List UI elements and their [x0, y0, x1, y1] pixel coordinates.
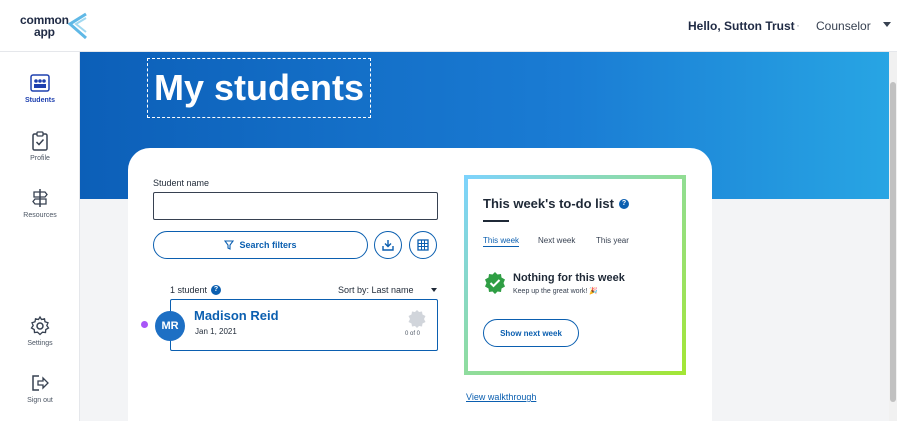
sidebar-item-label: Sign out	[27, 397, 53, 404]
help-icon[interactable]: ?	[211, 285, 222, 295]
sidebar-item-students[interactable]: Students	[0, 72, 80, 104]
empty-state-title: Nothing for this week	[513, 272, 625, 284]
student-date: Jan 1, 2021	[195, 327, 237, 336]
role-selector[interactable]: Counselor	[816, 19, 871, 33]
sidebar-item-resources[interactable]: Resources	[0, 187, 80, 219]
main-content: My students Student name Search filters	[80, 52, 897, 421]
sort-selector[interactable]: Sort by: Last name	[338, 285, 414, 295]
top-header: common app Hello, Sutton Trust · Counsel…	[0, 0, 897, 52]
signpost-icon	[32, 189, 48, 207]
scrollbar-thumb[interactable]	[890, 82, 896, 402]
check-badge-icon	[485, 272, 505, 294]
table-view-button[interactable]	[409, 231, 437, 259]
logo-line-2: app	[34, 25, 55, 39]
header-separator: ·	[796, 18, 800, 32]
download-icon	[382, 240, 394, 251]
show-next-week-button[interactable]: Show next week	[483, 319, 579, 347]
student-name-label: Student name	[153, 178, 210, 188]
sidebar-item-label: Students	[25, 97, 55, 104]
tab-next-week[interactable]: Next week	[538, 236, 575, 245]
student-name-input[interactable]	[153, 192, 438, 220]
todo-title: This week's to-do list ?	[483, 196, 629, 211]
search-filters-button[interactable]: Search filters	[153, 231, 368, 259]
sidebar-item-profile[interactable]: Profile	[0, 130, 80, 162]
filter-icon	[224, 240, 235, 250]
result-count-text: 1 student	[170, 285, 208, 295]
chevron-down-icon[interactable]	[883, 22, 891, 27]
view-walkthrough-link[interactable]: View walkthrough	[466, 392, 536, 402]
sidebar: Students Profile Resources Settings Sign…	[0, 52, 80, 421]
scrollbar[interactable]	[889, 52, 897, 421]
progress-badge-icon	[408, 310, 426, 328]
todo-title-text: This week's to-do list	[483, 196, 614, 211]
logo-mark-icon	[67, 12, 87, 40]
gear-icon	[30, 315, 50, 336]
grid-icon	[417, 239, 429, 251]
sidebar-item-sign-out[interactable]: Sign out	[0, 372, 80, 404]
students-card: Student name Search filters 1 student ? …	[128, 148, 712, 421]
avatar: MR	[155, 311, 185, 341]
students-icon	[30, 74, 50, 92]
progress-count: 0 of 0	[405, 331, 421, 337]
help-icon[interactable]: ?	[618, 198, 629, 209]
logo-text: common app	[20, 14, 69, 38]
sidebar-item-label: Resources	[23, 212, 57, 219]
page-title: My students	[147, 58, 372, 118]
empty-state-subtitle: Keep up the great work! 🎉	[513, 288, 598, 295]
chevron-down-icon[interactable]	[431, 288, 437, 292]
sidebar-item-label: Profile	[30, 155, 50, 162]
sign-out-icon	[32, 375, 49, 391]
search-filters-label: Search filters	[239, 240, 297, 250]
result-count: 1 student ?	[170, 285, 222, 295]
clipboard-icon	[32, 131, 48, 151]
sidebar-item-settings[interactable]: Settings	[0, 315, 80, 347]
tab-this-year[interactable]: This year	[596, 236, 629, 245]
todo-panel: This week's to-do list ? This week Next …	[464, 175, 686, 375]
title-underline	[483, 220, 509, 222]
student-card[interactable]: MR Madison Reid Jan 1, 2021 0 of 0	[155, 299, 438, 351]
tab-this-week[interactable]: This week	[483, 236, 520, 247]
export-button[interactable]	[374, 231, 402, 259]
status-dot	[141, 321, 148, 328]
student-name[interactable]: Madison Reid	[194, 308, 279, 323]
user-greeting: Hello, Sutton Trust	[688, 19, 795, 33]
common-app-logo[interactable]: common app	[20, 12, 90, 42]
sidebar-item-label: Settings	[27, 340, 53, 347]
